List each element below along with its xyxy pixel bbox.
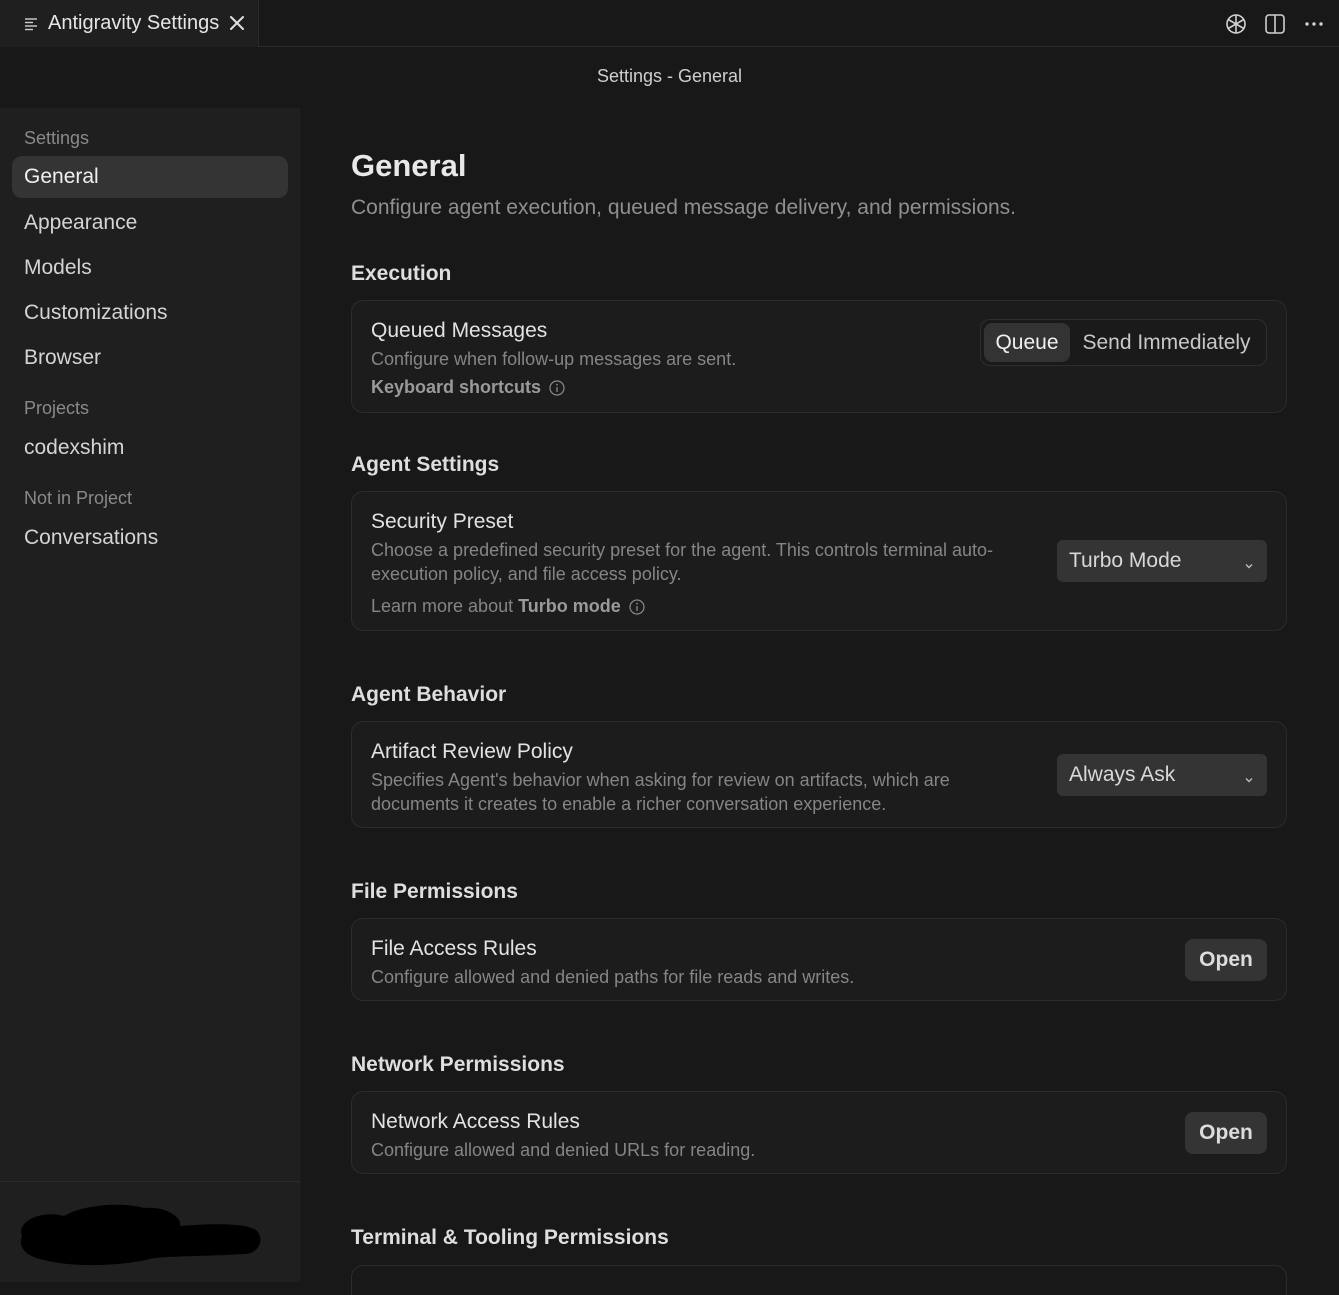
queued-messages-desc: Configure when follow-up messages are se… — [371, 349, 737, 369]
close-icon[interactable] — [226, 12, 248, 34]
execution-title: Execution — [351, 262, 452, 285]
section-description: Configure agent execution, queued messag… — [351, 196, 1017, 219]
sidebar-group-settings: Settings — [24, 128, 90, 148]
network-access-title: Network Access Rules — [371, 1110, 580, 1133]
chevron-down-icon — [1243, 768, 1255, 783]
section-heading: General — [351, 148, 467, 183]
artifact-review-desc-line1: Specifies Agent's behavior when asking f… — [371, 770, 950, 790]
artifact-review-desc-line2: documents it creates to enable a richer … — [371, 794, 887, 814]
page-title: Settings - General — [596, 66, 743, 86]
sidebar-group-not-in-project: Not in Project — [24, 488, 133, 508]
artifact-review-card: Artifact Review Policy Specifies Agent's… — [351, 721, 1287, 828]
terminal-permissions-title: Terminal & Tooling Permissions — [351, 1226, 669, 1249]
network-permissions-title: Network Permissions — [351, 1053, 565, 1076]
info-icon[interactable] — [549, 379, 565, 396]
editor-actions — [1222, 0, 1339, 47]
settings-tab[interactable]: Antigravity Settings — [0, 0, 259, 47]
list-icon — [24, 17, 38, 31]
sidebar-item-general[interactable]: General — [12, 156, 288, 198]
keyboard-shortcuts-label: Keyboard shortcuts — [371, 377, 542, 397]
sidebar-item-models[interactable]: Models — [12, 247, 288, 289]
security-preset-card: Security Preset Choose a predefined secu… — [351, 491, 1287, 631]
account-avatar[interactable] — [14, 1202, 264, 1273]
terminal-permissions-card — [351, 1265, 1287, 1295]
queued-messages-toggle: Queue Send Immediately — [980, 319, 1267, 366]
learn-more-label: Learn more about — [371, 596, 514, 616]
more-icon[interactable] — [1300, 10, 1328, 38]
openai-icon[interactable] — [1222, 10, 1250, 38]
turbo-mode-link[interactable]: Learn more about Turbo mode — [371, 596, 645, 617]
split-editor-icon[interactable] — [1261, 10, 1289, 38]
agent-settings-title: Agent Settings — [351, 453, 500, 476]
queued-messages-title: Queued Messages — [371, 319, 548, 342]
network-access-open-button[interactable]: Open — [1185, 1112, 1267, 1154]
security-preset-title: Security Preset — [371, 510, 514, 533]
artifact-review-select[interactable]: Always Ask — [1057, 754, 1267, 796]
agent-behavior-title: Agent Behavior — [351, 683, 507, 706]
turbo-mode-label: Turbo mode — [518, 596, 621, 616]
sidebar-item-codexshim[interactable]: codexshim — [12, 427, 288, 469]
security-preset-value: Turbo Mode — [1069, 549, 1182, 572]
settings-sidebar: Settings General Appearance Models Custo… — [0, 108, 300, 1282]
file-access-open-button[interactable]: Open — [1185, 939, 1267, 981]
send-immediately-option[interactable]: Send Immediately — [1070, 323, 1263, 362]
sidebar-item-conversations[interactable]: Conversations — [12, 517, 288, 559]
chevron-down-icon — [1243, 554, 1255, 569]
file-access-card: File Access Rules Configure allowed and … — [351, 918, 1287, 1001]
keyboard-shortcuts-link[interactable]: Keyboard shortcuts — [371, 377, 565, 398]
security-preset-desc-line1: Choose a predefined security preset for … — [371, 540, 994, 560]
info-icon[interactable] — [629, 598, 645, 615]
artifact-review-value: Always Ask — [1069, 763, 1176, 786]
tab-bar: Antigravity Settings — [0, 0, 1339, 47]
network-access-desc: Configure allowed and denied URLs for re… — [371, 1140, 756, 1160]
sidebar-item-customizations[interactable]: Customizations — [12, 292, 288, 334]
tab-title: Antigravity Settings — [48, 12, 220, 34]
file-permissions-title: File Permissions — [351, 880, 518, 903]
sidebar-item-browser[interactable]: Browser — [12, 337, 288, 379]
file-access-desc: Configure allowed and denied paths for f… — [371, 967, 855, 987]
file-access-title: File Access Rules — [371, 937, 537, 960]
security-preset-select[interactable]: Turbo Mode — [1057, 540, 1267, 582]
network-access-card: Network Access Rules Configure allowed a… — [351, 1091, 1287, 1174]
queue-option[interactable]: Queue — [984, 323, 1070, 362]
sidebar-item-appearance[interactable]: Appearance — [12, 202, 288, 244]
artifact-review-title: Artifact Review Policy — [371, 740, 573, 763]
queued-messages-card: Queued Messages Configure when follow-up… — [351, 300, 1287, 413]
security-preset-desc-line2: execution policy, and file access policy… — [371, 564, 682, 584]
account-footer — [0, 1181, 300, 1282]
sidebar-group-projects: Projects — [24, 398, 90, 418]
